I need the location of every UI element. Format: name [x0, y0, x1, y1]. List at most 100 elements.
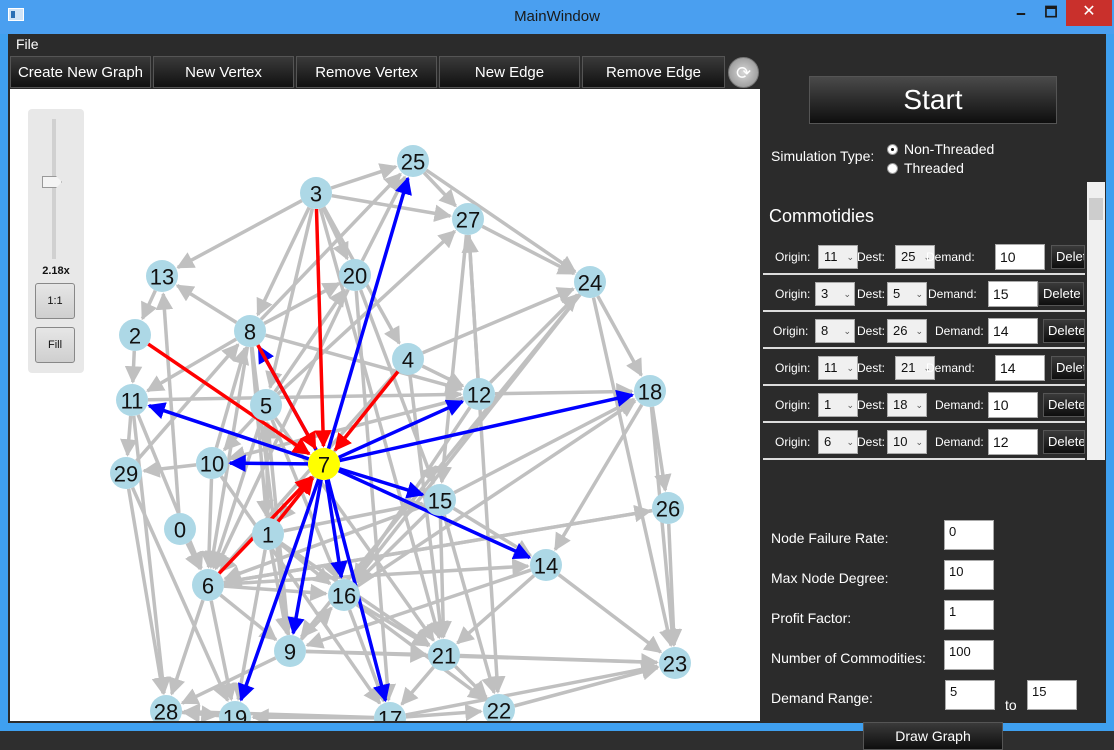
zoom-fill-button[interactable]: Fill — [35, 327, 75, 363]
graph-node[interactable]: 5 — [250, 389, 282, 421]
graph-edge[interactable] — [200, 478, 218, 569]
graph-node[interactable]: 23 — [659, 647, 691, 679]
remove-edge-button[interactable]: Remove Edge — [582, 56, 725, 88]
graph-edge[interactable] — [400, 666, 435, 706]
demand-input[interactable]: 10 — [988, 392, 1038, 418]
remove-vertex-button[interactable]: Remove Vertex — [296, 56, 437, 88]
graph-edge[interactable] — [330, 163, 398, 190]
demand-input[interactable]: 15 — [988, 281, 1038, 307]
graph-edge[interactable] — [135, 343, 240, 463]
delete-button[interactable]: Delete — [1038, 282, 1084, 306]
start-button[interactable]: Start — [809, 76, 1057, 124]
graph-node[interactable]: 27 — [452, 203, 484, 235]
radio-non-threaded[interactable]: Non-Threaded — [887, 141, 994, 157]
graph-node[interactable]: 16 — [328, 579, 360, 611]
origin-select[interactable]: 3 ⌄ — [815, 282, 855, 306]
delete-button[interactable]: Delete — [1043, 430, 1085, 454]
menu-file[interactable]: File — [16, 36, 39, 52]
graph-node[interactable]: 10 — [196, 447, 228, 479]
demand-input[interactable]: 14 — [988, 318, 1038, 344]
demand-max-input[interactable]: 15 — [1027, 680, 1077, 710]
refresh-icon[interactable]: ⟳ — [728, 57, 759, 88]
radio-threaded[interactable]: Threaded — [887, 160, 964, 176]
delete-button[interactable]: Delete — [1051, 245, 1085, 269]
graph-node[interactable]: 22 — [483, 694, 515, 721]
graph-node[interactable]: 1 — [252, 518, 284, 550]
graph-node[interactable]: 29 — [110, 457, 142, 489]
graph-edge[interactable] — [219, 593, 278, 642]
graph-edge[interactable] — [425, 168, 577, 274]
close-button[interactable]: ✕ — [1066, 0, 1112, 26]
new-vertex-button[interactable]: New Vertex — [153, 56, 294, 88]
graph-edge[interactable] — [557, 573, 663, 654]
graph-edge[interactable] — [120, 415, 138, 457]
graph-edge[interactable] — [489, 293, 579, 384]
scrollbar-thumb[interactable] — [1089, 198, 1103, 220]
dest-select[interactable]: 5 ⌄ — [887, 282, 927, 306]
graph-node[interactable]: 11 — [116, 384, 148, 416]
graph-node[interactable]: 12 — [463, 378, 495, 410]
new-edge-button[interactable]: New Edge — [439, 56, 580, 88]
graph-canvas[interactable]: 0 1 2 3 4 5 6 7 8 9 10 11 12 13 14 15 16 17 18 19 20 21 22 23 24… — [10, 89, 760, 721]
demand-input[interactable]: 14 — [995, 355, 1045, 381]
maximize-button[interactable]: 🗖 — [1036, 0, 1066, 26]
graph-edge[interactable] — [481, 224, 576, 276]
graph-edge[interactable] — [223, 583, 328, 602]
graph-node[interactable]: 26 — [652, 492, 684, 524]
delete-button[interactable]: Delete — [1051, 356, 1085, 380]
graph-node[interactable]: 8 — [234, 315, 266, 347]
graph-node[interactable]: 17 — [374, 702, 406, 721]
origin-select[interactable]: 1 ⌄ — [818, 393, 858, 417]
graph-node[interactable]: 0 — [164, 513, 196, 545]
zoom-one-to-one-button[interactable]: 1:1 — [35, 283, 75, 319]
graph-node[interactable]: 2 — [119, 319, 151, 351]
origin-select[interactable]: 6 ⌄ — [818, 430, 858, 454]
minimize-button[interactable]: 🗕 — [1006, 0, 1036, 26]
profit-factor-input[interactable]: 1 — [944, 600, 994, 630]
dest-select[interactable]: 26 ⌄ — [887, 319, 927, 343]
max-degree-input[interactable]: 10 — [944, 560, 994, 590]
graph-edge[interactable] — [146, 337, 238, 393]
demand-min-input[interactable]: 5 — [945, 680, 995, 710]
graph-edge[interactable] — [591, 297, 677, 648]
graph-node[interactable]: 25 — [397, 145, 429, 177]
graph-edge[interactable] — [514, 663, 660, 708]
origin-select[interactable]: 11 ⌄ — [818, 356, 858, 380]
graph-edge-outgoing[interactable] — [228, 454, 309, 473]
demand-input[interactable]: 10 — [995, 244, 1045, 270]
delete-button[interactable]: Delete — [1043, 393, 1085, 417]
draw-graph-button[interactable]: Draw Graph — [863, 722, 1003, 750]
delete-button[interactable]: Delete — [1043, 319, 1085, 343]
graph-svg[interactable]: 0 1234567891011 12131415161718192021222324… — [10, 89, 760, 721]
graph-edge[interactable] — [124, 350, 143, 384]
create-new-graph-button[interactable]: Create New Graph — [10, 56, 151, 88]
graph-node[interactable]: 21 — [428, 639, 460, 671]
graph-edge[interactable] — [140, 289, 158, 321]
graph-node[interactable]: 20 — [339, 259, 371, 291]
graph-node[interactable]: 4 — [392, 343, 424, 375]
graph-node[interactable]: 7 — [308, 448, 340, 480]
commodities-list[interactable]: Commotidies Origin: 11 ⌄ Dest: 25 ⌄ Demand: 10 D… — [761, 182, 1105, 460]
graph-edge[interactable] — [596, 295, 643, 377]
origin-select[interactable]: 8 ⌄ — [815, 319, 855, 343]
graph-node[interactable]: 18 — [634, 375, 666, 407]
graph-edge[interactable] — [265, 208, 315, 390]
graph-node[interactable]: 13 — [146, 260, 178, 292]
num-commodities-input[interactable]: 100 — [944, 640, 994, 670]
graph-edge[interactable] — [494, 382, 634, 401]
graph-node[interactable]: 24 — [574, 266, 606, 298]
demand-input[interactable]: 12 — [988, 429, 1038, 455]
graph-node[interactable]: 28 — [150, 695, 182, 721]
graph-edge[interactable] — [405, 660, 660, 717]
graph-edge[interactable] — [175, 284, 238, 325]
origin-select[interactable]: 11 ⌄ — [818, 245, 858, 269]
graph-edge[interactable] — [180, 656, 277, 705]
commodities-scrollbar[interactable] — [1087, 182, 1105, 460]
zoom-slider-track[interactable] — [52, 119, 56, 259]
graph-node[interactable]: 14 — [530, 549, 562, 581]
zoom-slider-thumb[interactable] — [42, 176, 62, 188]
node-failure-input[interactable]: 0 — [944, 520, 994, 550]
graph-edge[interactable] — [142, 460, 197, 478]
title-bar[interactable]: MainWindow 🗕 🗖 ✕ — [0, 0, 1114, 34]
graph-node[interactable]: 19 — [219, 701, 251, 721]
